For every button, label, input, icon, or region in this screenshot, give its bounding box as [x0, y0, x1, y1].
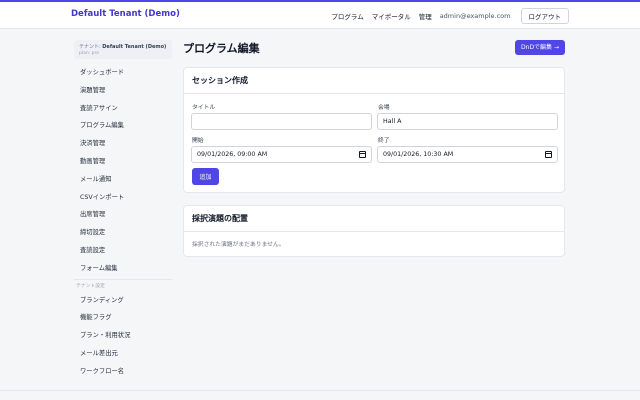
sidebar-item-feature-flags[interactable]: 機能フラグ — [74, 309, 172, 327]
brand-title[interactable]: Default Tenant (Demo) — [71, 9, 180, 19]
title-input[interactable] — [191, 113, 372, 130]
sidebar-item-workflow-name[interactable]: ワークフロー名 — [74, 363, 172, 381]
tenant-plan: plan: pro — [79, 51, 100, 56]
end-datetime-value: 09/01/2026, 10:30 AM — [383, 151, 454, 158]
sidebar-item-csv-import[interactable]: CSVインポート — [74, 189, 172, 207]
user-email: admin@example.com — [439, 12, 511, 20]
sidebar-item-abstracts[interactable]: 演題管理 — [74, 82, 172, 100]
tenant-name: Default Tenant (Demo) — [102, 44, 167, 50]
sidebar-item-mail-sender[interactable]: メール差出元 — [74, 345, 172, 363]
empty-state-text: 採択された演題がまだありません。 — [192, 242, 285, 248]
sidebar-item-branding[interactable]: ブランディング — [74, 292, 172, 310]
sidebar-item-plan-usage[interactable]: プラン・利用状況 — [74, 327, 172, 345]
tenant-name-line: テナント: Default Tenant (Demo) — [79, 43, 167, 50]
session-create-card: セッション作成 タイトル 会場 Hall A 開始 09/01/2026, 09… — [183, 67, 565, 193]
calendar-icon[interactable] — [359, 151, 366, 158]
end-label: 終了 — [378, 138, 390, 144]
sidebar-item-program-edit[interactable]: プログラム編集 — [74, 117, 172, 135]
start-label: 開始 — [192, 138, 204, 144]
sidebar: テナント: Default Tenant (Demo) plan: pro ダッ… — [74, 40, 172, 381]
start-datetime-input[interactable]: 09/01/2026, 09:00 AM — [191, 146, 372, 163]
placement-card-title: 採択演題の配置 — [184, 206, 564, 232]
sidebar-item-payments[interactable]: 決済管理 — [74, 135, 172, 153]
sidebar-item-attendance[interactable]: 出席管理 — [74, 206, 172, 224]
tenant-prefix: テナント: — [79, 44, 101, 50]
sidebar-item-review-settings[interactable]: 査読設定 — [74, 242, 172, 260]
sidebar-item-review-assign[interactable]: 査読アサイン — [74, 100, 172, 118]
calendar-icon[interactable] — [545, 151, 552, 158]
top-header: Default Tenant (Demo) プログラム マイポータル 管理 ad… — [0, 2, 640, 29]
title-label: タイトル — [192, 105, 216, 111]
nav-my-portal-link[interactable]: マイポータル — [372, 11, 411, 21]
venue-label: 会場 — [378, 105, 390, 111]
page-title: プログラム編集 — [183, 42, 260, 55]
session-card-title: セッション作成 — [184, 68, 564, 94]
sidebar-item-form-edit[interactable]: フォーム編集 — [74, 260, 172, 278]
add-session-button[interactable]: 追加 — [192, 168, 219, 185]
sidebar-item-mail-notify[interactable]: メール通知 — [74, 171, 172, 189]
nav-admin-link[interactable]: 管理 — [419, 11, 432, 21]
sidebar-section-tenant-settings: テナント設定 — [76, 283, 105, 289]
footer — [0, 390, 640, 400]
accepted-abstracts-card: 採択演題の配置 採択された演題がまだありません。 — [183, 205, 565, 257]
dnd-edit-button[interactable]: DnDで編集 → — [515, 40, 565, 55]
nav-program-link[interactable]: プログラム — [331, 11, 363, 21]
start-datetime-value: 09/01/2026, 09:00 AM — [197, 151, 268, 158]
sidebar-item-dashboard[interactable]: ダッシュボード — [74, 64, 172, 82]
logout-button[interactable]: ログアウト — [520, 8, 569, 24]
top-nav: プログラム マイポータル 管理 admin@example.com ログアウト — [331, 8, 569, 24]
sidebar-divider — [74, 278, 172, 280]
sidebar-item-videos[interactable]: 動画管理 — [74, 153, 172, 171]
end-datetime-input[interactable]: 09/01/2026, 10:30 AM — [377, 146, 558, 163]
venue-input[interactable]: Hall A — [377, 113, 558, 130]
tenant-info: テナント: Default Tenant (Demo) plan: pro — [74, 40, 172, 59]
sidebar-item-deadlines[interactable]: 締切設定 — [74, 224, 172, 242]
